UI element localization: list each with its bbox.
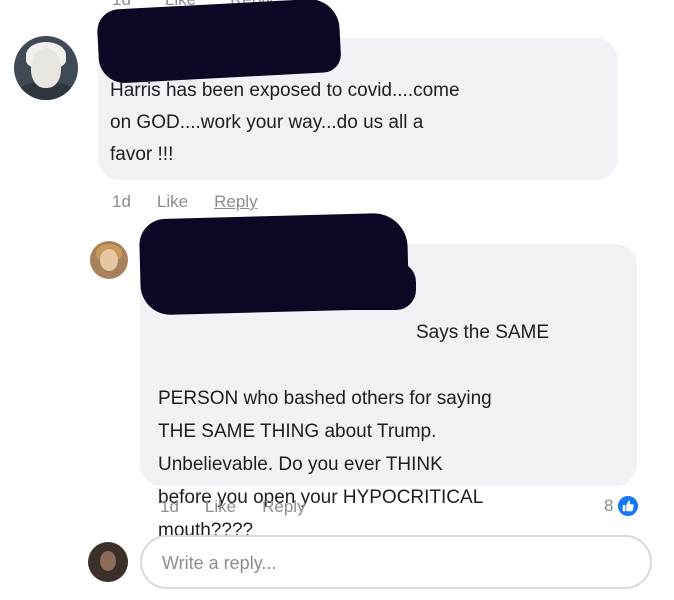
reply-text-first-line: Says the SAME	[416, 322, 550, 343]
reply-timestamp: 1d	[160, 497, 179, 516]
comment-text: Harris has been exposed to covid....come…	[110, 80, 460, 165]
reply-composer[interactable]	[140, 535, 652, 589]
reply-input[interactable]	[160, 549, 634, 577]
current-user-avatar	[88, 542, 128, 582]
commenter-avatar[interactable]	[14, 36, 78, 100]
comment-actions: 1d Like Reply	[112, 192, 258, 212]
redacted-commenter-name	[96, 0, 342, 85]
reply-actions: 1d Like Reply	[160, 497, 306, 517]
thumbs-up-icon	[616, 494, 641, 518]
reply-like-link[interactable]: Like	[205, 497, 236, 517]
reaction-count: 8	[604, 496, 614, 515]
reaction-summary[interactable]: 8	[604, 494, 641, 518]
redacted-replier-name-tail	[196, 262, 416, 310]
reply-text: PERSON who bashed others for saying THE …	[158, 388, 492, 541]
reply-reply-link[interactable]: Reply	[262, 497, 305, 517]
comment-timestamp: 1d	[112, 192, 131, 211]
comment-like-link[interactable]: Like	[157, 192, 188, 212]
replier-avatar[interactable]	[90, 241, 128, 279]
comment-reply-link[interactable]: Reply	[214, 192, 257, 212]
